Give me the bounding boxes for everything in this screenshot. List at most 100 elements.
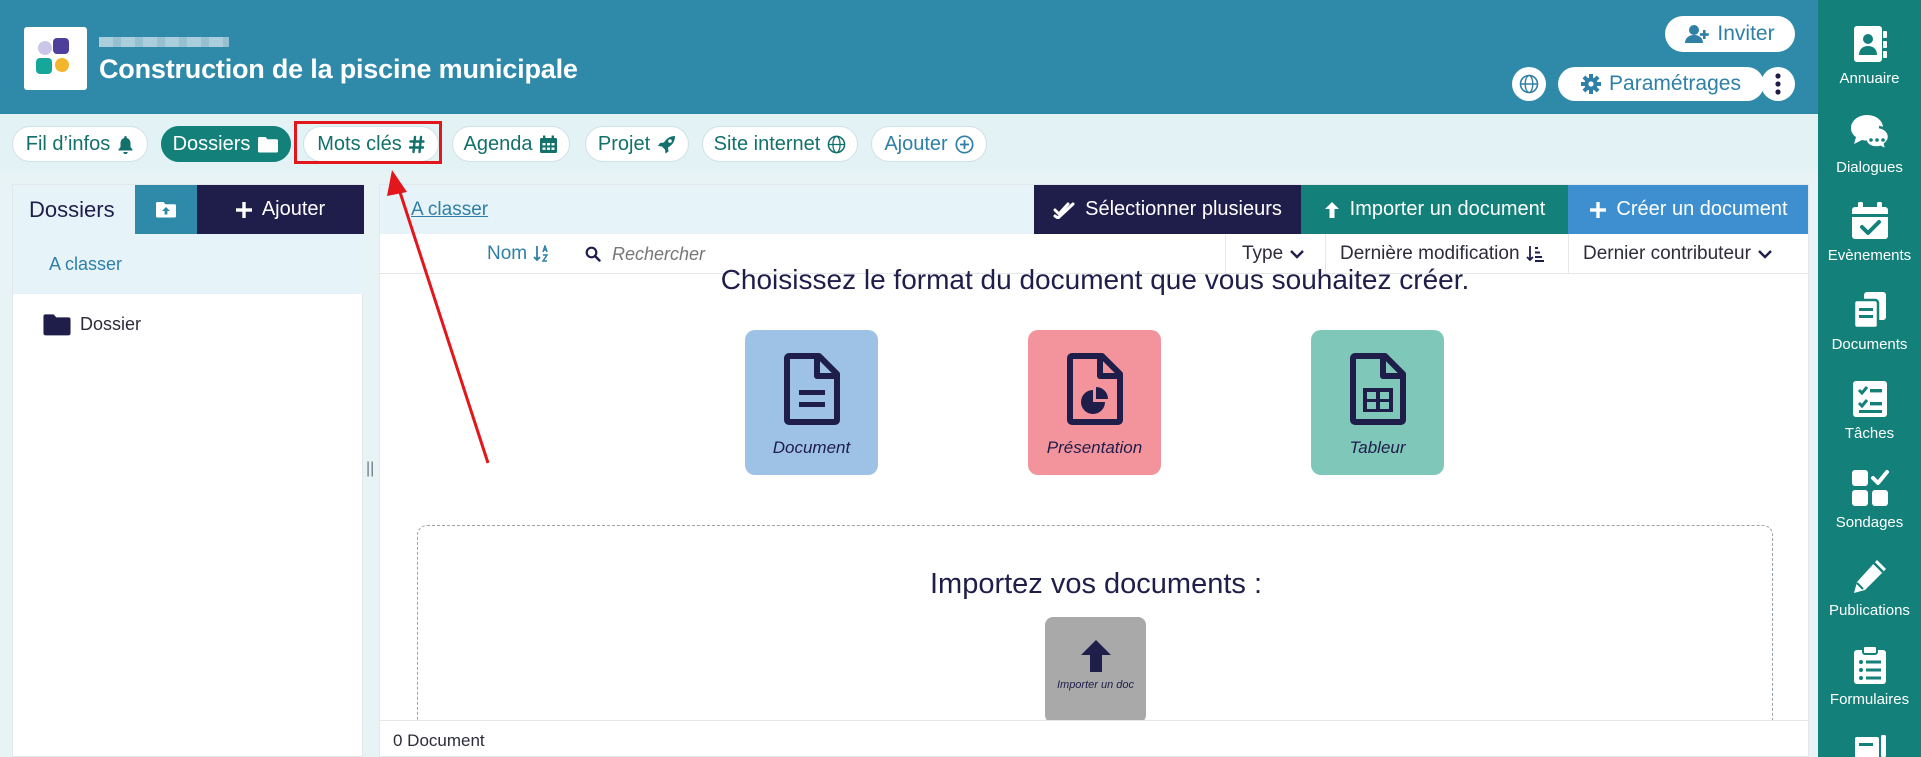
sidebar-item-publications[interactable]: Publications (1818, 556, 1921, 619)
add-folder-label: Ajouter (261, 198, 326, 220)
folders-panel-header: Dossiers Ajouter (13, 185, 364, 234)
sort-by-name[interactable]: Nom (487, 243, 551, 265)
create-document-button[interactable]: Créer un document (1568, 185, 1808, 234)
folders-panel: Dossiers Ajouter A classer Dossier (12, 184, 364, 757)
tab-label: Projet (597, 132, 651, 155)
tab-bar: Fil d’infos Dossiers Mots clés Agenda Pr… (0, 114, 1818, 172)
plus-icon (235, 201, 252, 218)
tab-news[interactable]: Fil d’infos (12, 126, 148, 162)
folder-icon (258, 136, 279, 152)
breadcrumb-link[interactable]: A classer (411, 199, 488, 221)
sidebar-item-annuaire[interactable]: Annuaire (1818, 24, 1921, 87)
format-label: Document (772, 438, 851, 457)
tab-folders[interactable]: Dossiers (161, 126, 291, 162)
sidebar-item-label: Evènements (1827, 247, 1912, 264)
sidebar-item-label: Sondages (1835, 514, 1904, 531)
sidebar-item-documents[interactable]: Documents (1818, 290, 1921, 353)
create-text-document-button[interactable]: Document (745, 330, 878, 475)
sidebar-item-evenements[interactable]: Evènements (1818, 201, 1921, 264)
tab-project[interactable]: Projet (585, 126, 689, 162)
column-name-label: Nom (487, 243, 528, 264)
spreadsheet-file-icon (1349, 353, 1406, 425)
bell-icon (118, 135, 133, 154)
rocket-icon (658, 135, 676, 153)
globe-icon (828, 135, 846, 153)
tab-label: Agenda (463, 132, 533, 155)
tab-website[interactable]: Site internet (702, 126, 858, 162)
kebab-menu-icon (1775, 73, 1781, 95)
sidebar-item-label: Tâches (1844, 425, 1895, 442)
folder-item-unsorted[interactable]: A classer (13, 234, 364, 294)
sort-amount-icon (1525, 246, 1544, 262)
sidebar-item-dialogues[interactable]: Dialogues (1818, 113, 1921, 176)
more-options-button[interactable] (1761, 67, 1795, 101)
column-type-label: Type (1242, 243, 1284, 264)
folder-item-dossier[interactable]: Dossier (42, 313, 141, 336)
folder-label: Dossier (80, 314, 142, 334)
tab-agenda[interactable]: Agenda (452, 126, 570, 162)
arrow-up-icon (1080, 640, 1111, 672)
select-multiple-label: Sélectionner plusieurs (1085, 198, 1282, 220)
sidebar-item-taches[interactable]: Tâches (1818, 379, 1921, 442)
tab-label: Site internet (713, 132, 821, 155)
chat-bubbles-icon (1850, 115, 1890, 153)
sidebar-item-label: Dialogues (1836, 159, 1903, 176)
format-label: Tableur (1349, 438, 1406, 457)
sidebar-item-more[interactable] (1818, 733, 1921, 757)
panel-resize-handle[interactable]: || (366, 460, 374, 478)
add-user-icon (1685, 25, 1710, 43)
calendar-icon (540, 135, 558, 153)
invite-label: Inviter (1717, 22, 1775, 45)
import-doc-button[interactable]: Importer un doc (1045, 617, 1146, 723)
arrow-up-icon (1324, 201, 1339, 218)
highlight-box (294, 121, 442, 164)
import-title: Importez vos documents : (929, 568, 1263, 600)
clipboard-list-icon (1853, 645, 1886, 684)
document-icon (783, 353, 840, 425)
plus-circle-icon (955, 134, 974, 154)
plus-icon (1590, 201, 1607, 218)
folders-panel-title: Dossiers (29, 197, 115, 222)
chevron-down-icon (1758, 250, 1772, 259)
sort-by-contributor[interactable]: Dernier contributeur (1583, 243, 1773, 265)
sort-by-type[interactable]: Type (1242, 243, 1305, 265)
invite-button[interactable]: Inviter (1665, 16, 1795, 52)
apps-sidebar: Annuaire Dialogues Evènements Documents … (1818, 0, 1921, 757)
globe-icon (1519, 74, 1539, 94)
tab-label: Ajouter (884, 132, 948, 155)
column-contributor-label: Dernier contributeur (1583, 243, 1751, 264)
presentation-file-icon (1066, 353, 1123, 425)
documents-toolbar: A classer Sélectionner plusieurs Importe… (380, 185, 1808, 234)
format-label: Présentation (1046, 438, 1143, 457)
folder-icon (43, 314, 71, 336)
select-multiple-button[interactable]: Sélectionner plusieurs (1034, 185, 1301, 234)
sidebar-item-label: Formulaires (1829, 691, 1910, 708)
sidebar-item-sondages[interactable]: Sondages (1818, 468, 1921, 531)
pencil-icon (1853, 560, 1886, 593)
folder-label: A classer (49, 254, 123, 274)
import-document-label: Importer un document (1349, 198, 1546, 220)
gear-icon (1581, 74, 1602, 94)
add-folder-button[interactable]: Ajouter (197, 185, 364, 234)
checklist-icon (1852, 381, 1887, 417)
column-modified-label: Dernière modification (1340, 243, 1520, 264)
import-document-button[interactable]: Importer un document (1301, 185, 1568, 234)
tab-add[interactable]: Ajouter (871, 126, 987, 162)
chevron-down-icon (1290, 250, 1305, 259)
notepad-pen-icon (1854, 735, 1886, 757)
sidebar-item-label: Documents (1831, 336, 1908, 353)
blurred-breadcrumb (99, 37, 229, 47)
import-doc-label: Importer un doc (1056, 679, 1135, 691)
app-logo[interactable] (24, 27, 87, 90)
settings-label: Paramétrages (1609, 72, 1741, 95)
settings-button[interactable]: Paramétrages (1558, 67, 1764, 101)
sidebar-item-label: Annuaire (1839, 70, 1900, 87)
document-count: 0 Document (393, 731, 485, 750)
calendar-check-icon (1851, 202, 1888, 239)
sidebar-item-formulaires[interactable]: Formulaires (1818, 645, 1921, 708)
upload-folder-button[interactable] (135, 185, 197, 234)
create-presentation-button[interactable]: Présentation (1028, 330, 1161, 475)
language-button[interactable] (1512, 67, 1546, 101)
create-spreadsheet-button[interactable]: Tableur (1311, 330, 1444, 475)
sort-by-modified[interactable]: Dernière modification (1340, 243, 1544, 265)
